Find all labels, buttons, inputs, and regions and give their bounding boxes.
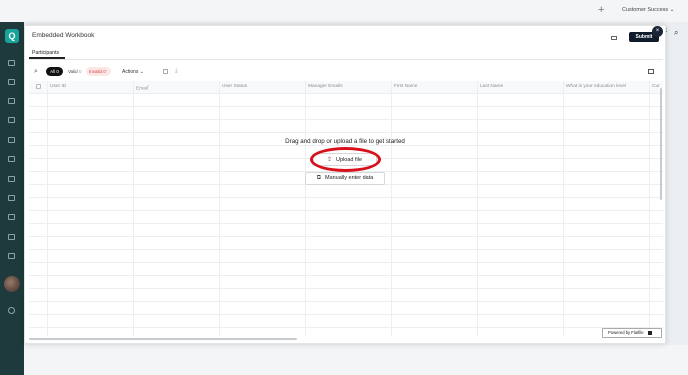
filter-all-count: 0 [56, 69, 59, 74]
powered-by-label: Powered by Flatfile [608, 330, 644, 335]
app-topbar [0, 0, 688, 22]
filter-all-label: All [50, 69, 56, 74]
column-header-email[interactable]: Email* [136, 84, 149, 92]
table-row [29, 236, 663, 237]
table-row [29, 249, 663, 250]
trash-icon[interactable] [163, 69, 168, 74]
workspace-switcher[interactable]: Customer Success ⌄ [622, 7, 674, 13]
table-row [29, 275, 663, 276]
table-row [29, 288, 663, 289]
table-row [29, 223, 663, 224]
column-header-email-label: Email [136, 86, 148, 92]
column-header-user-status[interactable]: User Status [222, 84, 247, 89]
search-icon[interactable]: ⌕ [674, 28, 678, 38]
sidebar-item-9[interactable] [8, 214, 15, 220]
sidebar-item-3[interactable] [8, 98, 15, 104]
filter-invalid-count: 0 [103, 69, 106, 74]
search-icon[interactable]: ⌕ [34, 68, 38, 76]
sidebar-item-1[interactable] [8, 60, 15, 66]
data-grid: User ID Email* User Status Manager Email… [29, 81, 663, 336]
download-icon[interactable]: ⤓ [175, 68, 178, 75]
table-row [29, 314, 663, 315]
table-row [29, 93, 663, 94]
table-row [29, 262, 663, 263]
flatfile-icon [647, 330, 652, 335]
select-all-checkbox[interactable] [36, 84, 41, 89]
sidebar-item-11[interactable] [8, 253, 15, 259]
sidebar-item-7[interactable] [8, 176, 15, 182]
column-header-last-name[interactable]: Last Name [480, 84, 503, 89]
chevron-down-icon: ⌄ [669, 7, 675, 13]
column-header-user-id[interactable]: User ID [50, 84, 66, 89]
plus-icon[interactable]: + [598, 4, 604, 16]
app-lower-area [24, 345, 688, 375]
close-icon[interactable]: × [652, 26, 663, 37]
table-row [29, 145, 663, 146]
sidebar-item-5[interactable] [8, 137, 15, 143]
tab-divider [29, 59, 663, 60]
sidebar-item-8[interactable] [8, 195, 15, 201]
modal-title: Embedded Workbook [32, 32, 95, 39]
workspace-label: Customer Success [622, 7, 669, 13]
help-icon[interactable] [8, 307, 15, 314]
sidebar-item-2[interactable] [8, 79, 15, 85]
powered-by-badge[interactable]: Powered by Flatfile [602, 328, 662, 338]
filter-valid-count: 0 [78, 69, 82, 74]
filter-valid[interactable]: Valid 0 [65, 67, 85, 76]
column-header-first-name[interactable]: First Name [394, 84, 417, 89]
manually-enter-data-button[interactable]: ⧉ Manually enter data [305, 172, 385, 185]
manually-enter-data-label: Manually enter data [324, 175, 374, 181]
table-row [29, 132, 663, 133]
horizontal-scrollbar[interactable] [29, 338, 297, 340]
sidebar-item-6[interactable] [8, 156, 15, 162]
tab-participants[interactable]: Participants [32, 50, 59, 56]
table-row [29, 119, 663, 120]
edit-icon: ⧉ [316, 175, 321, 181]
column-header-manager-emails[interactable]: Manager Emails [308, 84, 343, 89]
sidebar-item-10[interactable] [8, 234, 15, 240]
filter-valid-label: Valid [68, 69, 78, 74]
table-row [29, 210, 663, 211]
embedded-workbook-modal: Embedded Workbook Submit × Participants … [24, 25, 666, 344]
table-row [29, 106, 663, 107]
filter-invalid[interactable]: Invalid 0 [86, 67, 111, 76]
chevron-down-icon: ⌄ [139, 69, 144, 75]
table-row [29, 301, 663, 302]
sidebar-item-4[interactable] [8, 117, 15, 123]
cast-icon[interactable] [611, 36, 617, 40]
table-row [29, 327, 663, 328]
filter-all[interactable]: All 0 [46, 67, 63, 76]
avatar[interactable] [4, 276, 20, 292]
actions-label: Actions [122, 69, 139, 75]
empty-state-message: Drag and drop or upload a file to get st… [285, 138, 405, 145]
actions-dropdown[interactable]: Actions ⌄ [122, 69, 144, 75]
filter-invalid-label: Invalid [89, 69, 103, 74]
annotation-circle [310, 147, 381, 172]
columns-icon[interactable] [648, 69, 654, 74]
column-header-cur[interactable]: Cur [652, 84, 660, 89]
column-header-education[interactable]: What is your education level [566, 84, 626, 89]
table-row [29, 197, 663, 198]
app-logo[interactable]: Q [5, 29, 19, 43]
vertical-scrollbar[interactable] [660, 88, 662, 200]
